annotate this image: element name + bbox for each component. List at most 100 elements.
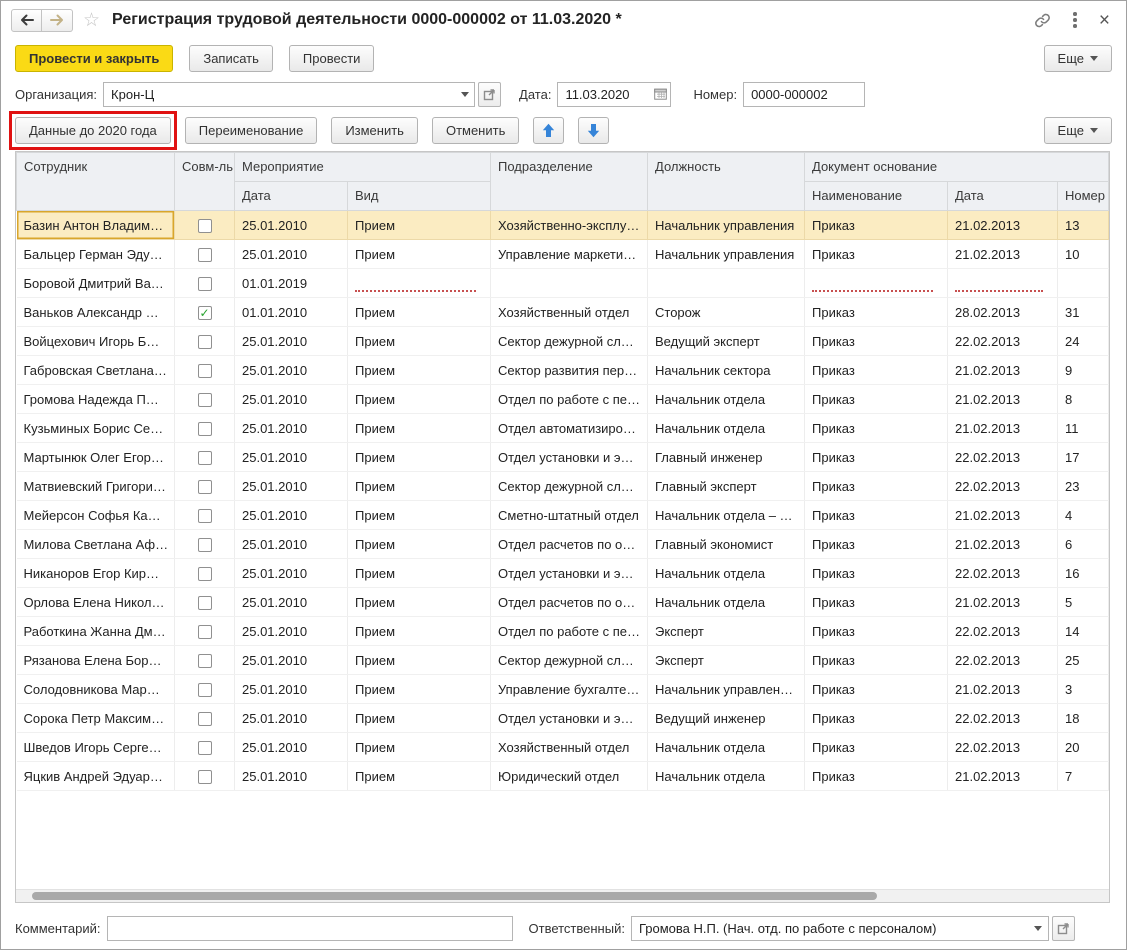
column-header-base-document[interactable]: Документ основание: [805, 153, 1109, 182]
table-row[interactable]: Никаноров Егор Кир…25.01.2010ПриемОтдел …: [17, 559, 1109, 588]
doc-number-cell[interactable]: 20: [1058, 733, 1109, 762]
table-row[interactable]: Боровой Дмитрий Ва…01.01.2019: [17, 269, 1109, 298]
event-date-cell[interactable]: 25.01.2010: [235, 327, 348, 356]
position-cell[interactable]: Начальник сектора: [648, 356, 805, 385]
employee-cell[interactable]: Боровой Дмитрий Ва…: [17, 269, 175, 298]
department-cell[interactable]: Сметно-штатный отдел: [491, 501, 648, 530]
doc-number-cell[interactable]: 6: [1058, 530, 1109, 559]
doc-name-cell[interactable]: Приказ: [805, 617, 948, 646]
doc-date-cell[interactable]: 21.02.2013: [948, 588, 1058, 617]
column-header-event[interactable]: Мероприятие: [235, 153, 491, 182]
doc-date-cell[interactable]: 22.02.2013: [948, 472, 1058, 501]
event-kind-cell[interactable]: [348, 269, 491, 298]
doc-number-cell[interactable]: 9: [1058, 356, 1109, 385]
department-cell[interactable]: [491, 269, 648, 298]
favorite-star-icon[interactable]: ☆: [83, 11, 100, 30]
doc-date-cell[interactable]: 21.02.2013: [948, 211, 1058, 240]
doc-number-cell[interactable]: 25: [1058, 646, 1109, 675]
table-row[interactable]: Громова Надежда П…25.01.2010ПриемОтдел п…: [17, 385, 1109, 414]
concurrent-cell[interactable]: [175, 356, 235, 385]
link-icon[interactable]: [1034, 12, 1051, 29]
department-cell[interactable]: Отдел расчетов по о…: [491, 530, 648, 559]
department-cell[interactable]: Сектор дежурной сл…: [491, 327, 648, 356]
department-cell[interactable]: Сектор дежурной сл…: [491, 472, 648, 501]
organization-input[interactable]: [104, 83, 455, 106]
employee-cell[interactable]: Бальцер Герман Эду…: [17, 240, 175, 269]
write-button[interactable]: Записать: [189, 45, 273, 72]
event-kind-cell[interactable]: Прием: [348, 762, 491, 791]
close-icon[interactable]: ×: [1099, 11, 1110, 30]
employee-cell[interactable]: Ваньков Александр …: [17, 298, 175, 327]
employee-cell[interactable]: Шведов Игорь Серге…: [17, 733, 175, 762]
position-cell[interactable]: Начальник отдела: [648, 588, 805, 617]
concurrent-cell[interactable]: [175, 530, 235, 559]
table-row[interactable]: Сорока Петр Максим…25.01.2010ПриемОтдел …: [17, 704, 1109, 733]
employee-cell[interactable]: Сорока Петр Максим…: [17, 704, 175, 733]
doc-name-cell[interactable]: Приказ: [805, 559, 948, 588]
position-cell[interactable]: Главный эксперт: [648, 472, 805, 501]
event-kind-cell[interactable]: Прием: [348, 501, 491, 530]
doc-name-cell[interactable]: Приказ: [805, 298, 948, 327]
department-cell[interactable]: Отдел автоматизиро…: [491, 414, 648, 443]
concurrent-cell[interactable]: [175, 617, 235, 646]
doc-name-cell[interactable]: Приказ: [805, 327, 948, 356]
table-row[interactable]: Мейерсон Софья Ка…25.01.2010ПриемСметно-…: [17, 501, 1109, 530]
event-date-cell[interactable]: 25.01.2010: [235, 617, 348, 646]
position-cell[interactable]: Начальник управления: [648, 211, 805, 240]
doc-date-cell[interactable]: 21.02.2013: [948, 385, 1058, 414]
event-date-cell[interactable]: 25.01.2010: [235, 240, 348, 269]
date-calendar-button[interactable]: [651, 83, 670, 106]
concurrent-cell[interactable]: [175, 211, 235, 240]
concurrent-checkbox[interactable]: ✓: [198, 306, 212, 320]
department-cell[interactable]: Отдел по работе с пе…: [491, 617, 648, 646]
event-kind-cell[interactable]: Прием: [348, 588, 491, 617]
concurrent-cell[interactable]: [175, 588, 235, 617]
position-cell[interactable]: Эксперт: [648, 617, 805, 646]
event-date-cell[interactable]: 25.01.2010: [235, 356, 348, 385]
position-cell[interactable]: Начальник отдела: [648, 559, 805, 588]
doc-name-cell[interactable]: Приказ: [805, 443, 948, 472]
position-cell[interactable]: Главный инженер: [648, 443, 805, 472]
change-button[interactable]: Изменить: [331, 117, 418, 144]
forward-button[interactable]: [42, 9, 73, 32]
doc-number-cell[interactable]: [1058, 269, 1109, 298]
table-row[interactable]: Шведов Игорь Серге…25.01.2010ПриемХозяйс…: [17, 733, 1109, 762]
department-cell[interactable]: Отдел установки и э…: [491, 559, 648, 588]
concurrent-checkbox[interactable]: [198, 770, 212, 784]
doc-date-cell[interactable]: 21.02.2013: [948, 675, 1058, 704]
doc-name-cell[interactable]: Приказ: [805, 385, 948, 414]
concurrent-checkbox[interactable]: [198, 364, 212, 378]
position-cell[interactable]: Ведущий эксперт: [648, 327, 805, 356]
table-row[interactable]: Базин Антон Владим…25.01.2010ПриемХозяйс…: [17, 211, 1109, 240]
organization-open-button[interactable]: [478, 82, 501, 107]
department-cell[interactable]: Юридический отдел: [491, 762, 648, 791]
scrollbar-thumb[interactable]: [32, 892, 877, 900]
event-date-cell[interactable]: 25.01.2010: [235, 443, 348, 472]
event-kind-cell[interactable]: Прием: [348, 530, 491, 559]
doc-name-cell[interactable]: Приказ: [805, 588, 948, 617]
concurrent-cell[interactable]: [175, 472, 235, 501]
doc-date-cell[interactable]: 21.02.2013: [948, 501, 1058, 530]
doc-name-cell[interactable]: Приказ: [805, 414, 948, 443]
table-row[interactable]: Бальцер Герман Эду…25.01.2010ПриемУправл…: [17, 240, 1109, 269]
concurrent-cell[interactable]: [175, 443, 235, 472]
organization-combo[interactable]: [103, 82, 475, 107]
doc-number-cell[interactable]: 5: [1058, 588, 1109, 617]
doc-name-cell[interactable]: Приказ: [805, 211, 948, 240]
concurrent-cell[interactable]: [175, 269, 235, 298]
table-row[interactable]: Ваньков Александр …✓01.01.2010ПриемХозяй…: [17, 298, 1109, 327]
responsible-open-button[interactable]: [1052, 916, 1075, 941]
doc-name-cell[interactable]: Приказ: [805, 704, 948, 733]
doc-date-cell[interactable]: 22.02.2013: [948, 646, 1058, 675]
event-kind-cell[interactable]: Прием: [348, 240, 491, 269]
event-date-cell[interactable]: 25.01.2010: [235, 559, 348, 588]
doc-number-cell[interactable]: 23: [1058, 472, 1109, 501]
concurrent-checkbox[interactable]: [198, 567, 212, 581]
concurrent-cell[interactable]: [175, 414, 235, 443]
position-cell[interactable]: Начальник отдела: [648, 414, 805, 443]
doc-date-cell[interactable]: 22.02.2013: [948, 327, 1058, 356]
doc-name-cell[interactable]: Приказ: [805, 646, 948, 675]
table-row[interactable]: Габровская Светлана…25.01.2010ПриемСекто…: [17, 356, 1109, 385]
concurrent-checkbox[interactable]: [198, 683, 212, 697]
concurrent-cell[interactable]: [175, 559, 235, 588]
